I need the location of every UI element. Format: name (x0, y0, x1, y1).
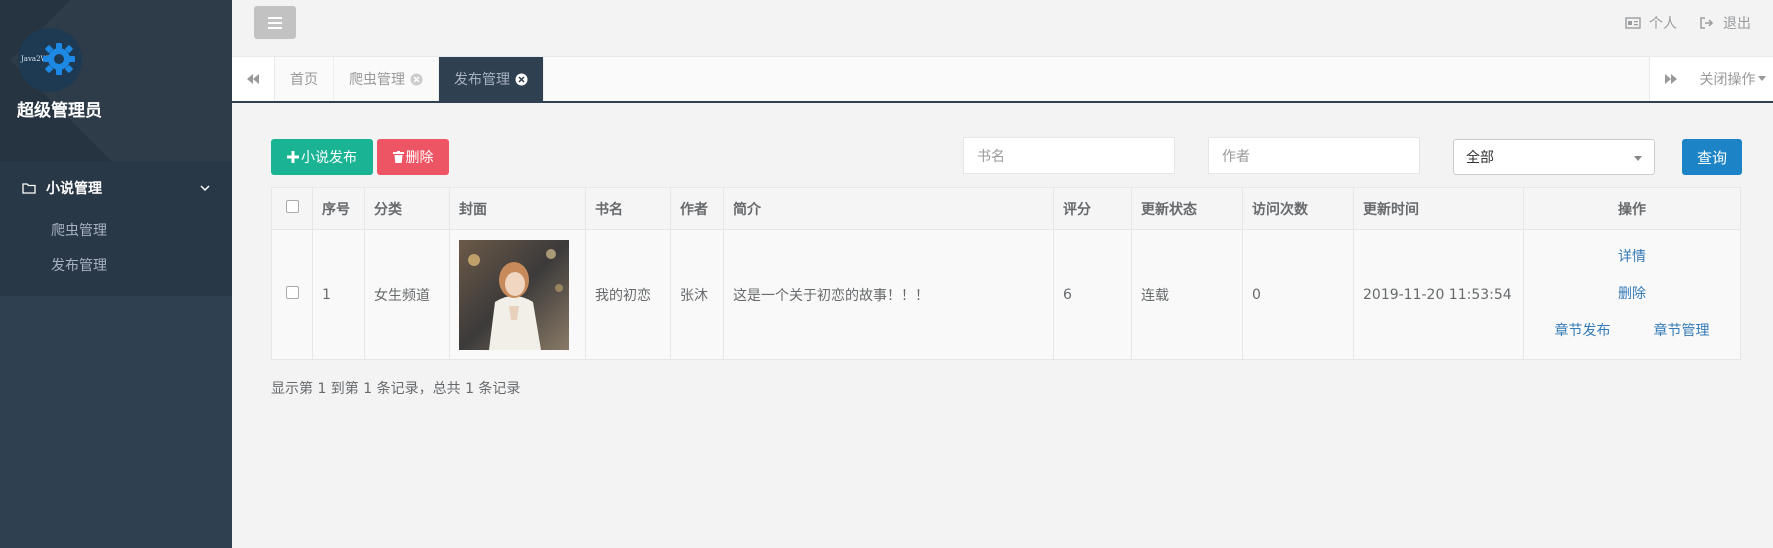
header-visits: 访问次数 (1242, 187, 1354, 230)
nav-header-label: 小说管理 (46, 181, 102, 197)
delete-label: 删除 (405, 150, 434, 166)
gear-icon (43, 43, 75, 75)
top-navbar: 个人 退出 (232, 0, 1773, 57)
delete-button[interactable]: 删除 (377, 139, 449, 175)
forward-icon (1665, 74, 1677, 84)
header-category: 分类 (364, 187, 450, 230)
profile-label: 个人 (1649, 16, 1677, 32)
author-search-input[interactable]: 作者 (1208, 137, 1420, 174)
cell-actions: 详情 删除 章节发布 章节管理 (1523, 229, 1741, 360)
tab-label: 爬虫管理 (349, 72, 405, 88)
hamburger-icon (268, 16, 282, 29)
tab-home[interactable]: 首页 (275, 57, 334, 101)
add-novel-button[interactable]: 小说发布 (271, 139, 373, 175)
sidebar: Java2Wk 超级管理员 小说管理 爬虫管理 发布管理 (0, 0, 232, 548)
id-card-icon (1625, 17, 1641, 29)
select-all-cell (271, 187, 313, 230)
novel-table: 序号 分类 封面 书名 作者 简介 评分 更新状态 访问次数 更新时间 操作 1… (271, 187, 1741, 360)
trash-icon (392, 151, 404, 163)
chevron-down-icon (200, 185, 210, 192)
header-updated: 更新时间 (1353, 187, 1524, 230)
row-select-cell (271, 229, 313, 360)
header-title: 书名 (585, 187, 671, 230)
tab-scroll-right-button[interactable] (1649, 57, 1692, 101)
table-header-row: 序号 分类 封面 书名 作者 简介 评分 更新状态 访问次数 更新时间 操作 (271, 187, 1741, 230)
title-search-input[interactable]: 书名 (963, 137, 1175, 174)
row-checkbox[interactable] (285, 286, 299, 299)
sidebar-item-crawler[interactable]: 爬虫管理 (0, 214, 232, 249)
tab-publish[interactable]: 发布管理 (439, 57, 544, 101)
logout-label: 退出 (1723, 16, 1751, 32)
tab-label: 首页 (290, 72, 318, 88)
delete-link[interactable]: 删除 (1618, 286, 1646, 302)
status-select-value: 全部 (1466, 150, 1494, 166)
cell-index: 1 (312, 229, 365, 360)
table-row: 1 女生频道 我的初恋 张沐 这是一个关于初恋的故事！！！ 6 连载 0 201… (271, 229, 1741, 360)
cell-title: 我的初恋 (585, 229, 671, 360)
cover-image[interactable] (459, 239, 569, 350)
add-novel-label: 小说发布 (301, 150, 357, 166)
cell-status: 连载 (1131, 229, 1243, 360)
chapter-manage-link[interactable]: 章节管理 (1654, 313, 1710, 350)
profile-panel: Java2Wk 超级管理员 (0, 0, 232, 162)
header-intro: 简介 (723, 187, 1054, 230)
profile-link[interactable]: 个人 (1625, 13, 1677, 33)
header-actions: 操作 (1523, 187, 1741, 230)
nav-header-novel-management[interactable]: 小说管理 (0, 162, 232, 214)
close-icon[interactable] (515, 73, 528, 86)
header-index: 序号 (312, 187, 365, 230)
cell-author: 张沐 (670, 229, 724, 360)
select-caret-icon (1634, 156, 1642, 161)
detail-link[interactable]: 详情 (1618, 249, 1646, 265)
header-status: 更新状态 (1131, 187, 1243, 230)
tab-scroll-left-button[interactable] (232, 57, 275, 101)
cell-visits: 0 (1242, 229, 1354, 360)
cell-rating: 6 (1053, 229, 1132, 360)
nav-group-novel: 小说管理 爬虫管理 发布管理 (0, 162, 232, 296)
chapter-publish-link[interactable]: 章节发布 (1555, 313, 1611, 350)
tab-label: 发布管理 (454, 72, 510, 88)
close-icon[interactable] (410, 73, 423, 86)
header-rating: 评分 (1053, 187, 1132, 230)
close-operations-label: 关闭操作 (1699, 72, 1756, 88)
cell-updated: 2019-11-20 11:53:54 (1353, 229, 1524, 360)
content-tabs: 首页 爬虫管理 发布管理 关闭操作 (232, 57, 1773, 103)
avatar[interactable]: Java2Wk (18, 28, 82, 92)
status-select[interactable]: 全部 (1453, 139, 1655, 175)
folder-icon (22, 183, 36, 194)
query-button[interactable]: 查询 (1682, 139, 1742, 175)
caret-down-icon (1757, 76, 1766, 81)
header-author: 作者 (670, 187, 724, 230)
backward-icon (247, 74, 259, 84)
username[interactable]: 超级管理员 (17, 96, 102, 121)
cell-category: 女生频道 (364, 229, 450, 360)
menu-toggle-button[interactable] (254, 6, 296, 39)
cell-cover (449, 229, 586, 360)
select-all-checkbox[interactable] (285, 200, 299, 213)
sidebar-item-publish[interactable]: 发布管理 (0, 249, 232, 284)
close-operations-dropdown[interactable]: 关闭操作 (1692, 57, 1773, 101)
logout-link[interactable]: 退出 (1699, 13, 1751, 33)
plus-icon (287, 151, 299, 163)
header-cover: 封面 (449, 187, 586, 230)
sign-out-icon (1700, 17, 1714, 29)
pagination-summary: 显示第 1 到第 1 条记录，总共 1 条记录 (271, 381, 521, 397)
cell-intro: 这是一个关于初恋的故事！！！ (723, 229, 1054, 360)
tab-crawler[interactable]: 爬虫管理 (334, 57, 439, 101)
